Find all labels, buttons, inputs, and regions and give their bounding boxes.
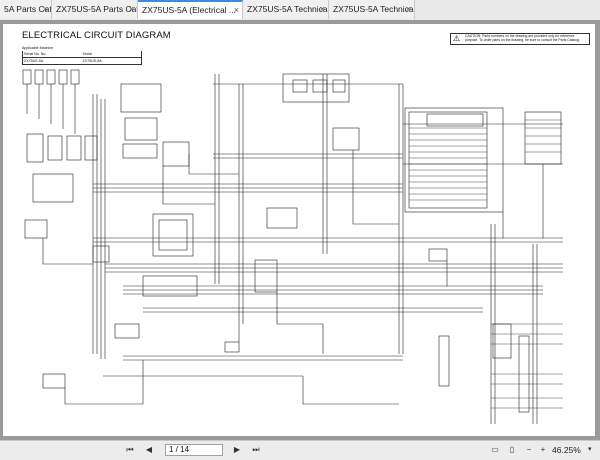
component-blocks xyxy=(42,73,562,413)
chevron-down-icon[interactable]: ▾ xyxy=(588,444,592,456)
zoom-out-icon[interactable]: − xyxy=(523,443,535,457)
zoom-level[interactable]: 46.25% xyxy=(552,444,581,456)
page-display: 1 / 14 xyxy=(169,445,190,454)
zoom-in-icon[interactable]: + xyxy=(537,443,549,457)
tab-label: ZX75US-5A (Electrical ... xyxy=(142,5,237,15)
tab-technical-1[interactable]: ZX75US-5A Technical ... × xyxy=(243,0,329,19)
switch-group-left xyxy=(24,133,110,263)
fit-width-icon[interactable]: ▯ xyxy=(506,443,518,457)
close-icon[interactable]: × xyxy=(234,2,239,19)
next-page-icon[interactable]: ▶ xyxy=(231,443,243,457)
tab-electrical[interactable]: ZX75US-5A (Electrical ... × xyxy=(138,0,243,19)
prev-page-icon[interactable]: ◀ xyxy=(143,443,155,457)
horizontal-harness xyxy=(93,83,563,377)
close-icon[interactable]: × xyxy=(43,0,48,19)
document-viewport[interactable]: ELECTRICAL CIRCUIT DIAGRAM ⚠ CAUTION: Pa… xyxy=(0,20,600,440)
fit-page-icon[interactable]: ▭ xyxy=(489,443,501,457)
page-number-input[interactable]: 1 / 14 xyxy=(165,444,223,456)
document-page: ELECTRICAL CIRCUIT DIAGRAM ⚠ CAUTION: Pa… xyxy=(3,24,595,436)
tab-technical-2[interactable]: ZX75US-5A Technical ... × xyxy=(329,0,415,19)
tab-parts-catalog-1[interactable]: 5A Parts Cata... × xyxy=(0,0,52,19)
close-icon[interactable]: × xyxy=(129,0,134,19)
close-icon[interactable]: × xyxy=(406,0,411,19)
last-page-icon[interactable]: ⏭ xyxy=(250,443,262,457)
close-icon[interactable]: × xyxy=(320,0,325,19)
vertical-bus xyxy=(92,74,538,424)
tab-label: ZX75US-5A Technical ... xyxy=(247,4,329,14)
connector-cluster-top-left xyxy=(22,69,80,134)
tab-label: ZX75US-5A Parts Cata... xyxy=(56,4,138,14)
tab-parts-catalog-2[interactable]: ZX75US-5A Parts Cata... × xyxy=(52,0,138,19)
first-page-icon[interactable]: ⏮ xyxy=(124,443,136,457)
circuit-schematic xyxy=(22,69,563,424)
status-bar: ⏮ ◀ 1 / 14 ▶ ⏭ ▭ ▯ − + 46.25% ▾ xyxy=(0,440,600,460)
tab-bar: 5A Parts Cata... × ZX75US-5A Parts Cata.… xyxy=(0,0,600,21)
tab-label: ZX75US-5A Technical ... xyxy=(333,4,415,14)
